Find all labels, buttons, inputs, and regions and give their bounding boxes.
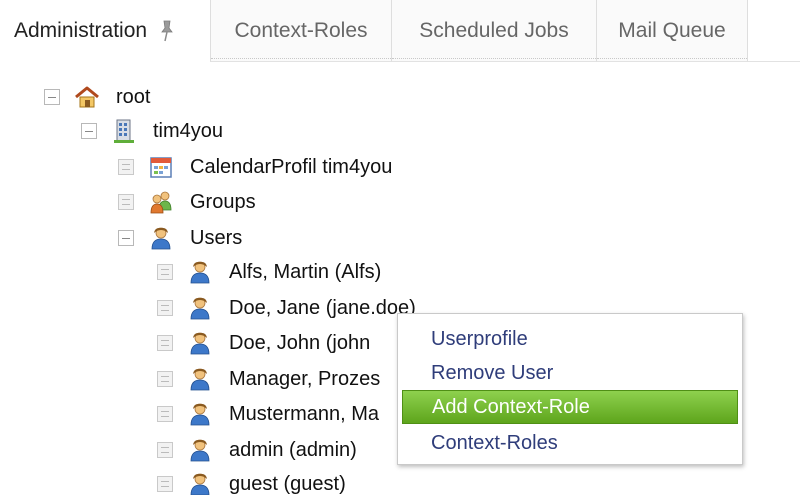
tree-node-organization[interactable]: tim4you	[81, 115, 223, 147]
tree-node-groups[interactable]: Groups	[118, 186, 256, 218]
node-label: Manager, Prozes	[229, 367, 381, 390]
node-label: Groups	[190, 190, 256, 213]
menu-item-label: Context-Roles	[431, 431, 558, 454]
tree-node-root[interactable]: root	[44, 81, 150, 113]
groups-icon	[148, 189, 174, 215]
tab-label: Mail Queue	[618, 18, 726, 42]
tab-label: Context-Roles	[234, 18, 368, 42]
node-label: Mustermann, Ma	[229, 402, 380, 425]
expand-toggle[interactable]	[157, 300, 173, 316]
home-icon	[74, 84, 100, 110]
node-label: guest (guest)	[229, 472, 346, 495]
tree-node-user[interactable]: guest (guest)	[157, 468, 346, 495]
user-icon	[187, 330, 213, 356]
tree-node-user[interactable]: Alfs, Martin (Alfs)	[157, 256, 381, 288]
tree-node-user[interactable]: Doe, John (john	[157, 327, 370, 359]
expand-toggle[interactable]	[118, 159, 134, 175]
pin-icon[interactable]	[159, 19, 175, 43]
tab-bar: Administration Context-Roles Scheduled J…	[0, 0, 800, 62]
expand-toggle[interactable]	[157, 406, 173, 422]
user-icon	[187, 437, 213, 463]
tab-label: Scheduled Jobs	[419, 18, 569, 42]
tab-administration[interactable]: Administration	[0, 0, 210, 62]
menu-item-context-roles[interactable]: Context-Roles	[402, 426, 738, 460]
collapse-toggle[interactable]	[118, 230, 134, 246]
node-label: admin (admin)	[229, 438, 357, 461]
tab-mail-queue[interactable]: Mail Queue	[596, 0, 747, 62]
calendar-icon	[148, 154, 174, 180]
building-icon	[111, 118, 137, 144]
context-menu: Userprofile Remove User Add Context-Role…	[397, 313, 743, 465]
expand-toggle[interactable]	[157, 264, 173, 280]
node-label: Doe, John (john	[229, 331, 371, 354]
user-icon	[187, 471, 213, 495]
expand-toggle[interactable]	[157, 476, 173, 492]
expand-toggle[interactable]	[157, 371, 173, 387]
node-label: root	[116, 85, 151, 108]
menu-item-remove-user[interactable]: Remove User	[402, 356, 738, 390]
menu-item-label: Add Context-Role	[432, 395, 590, 418]
tab-label: Administration	[14, 19, 148, 42]
tree-node-user[interactable]: Doe, Jane (jane.doe)	[157, 292, 416, 324]
menu-item-userprofile[interactable]: Userprofile	[402, 322, 738, 356]
menu-item-label: Remove User	[431, 361, 554, 384]
node-label: tim4you	[153, 119, 224, 142]
tree-node-user[interactable]: admin (admin)	[157, 434, 357, 466]
node-label: CalendarProfil tim4you	[190, 155, 393, 178]
user-icon	[187, 295, 213, 321]
tree-node-users[interactable]: Users	[118, 222, 242, 254]
tab-scheduled-jobs[interactable]: Scheduled Jobs	[391, 0, 596, 62]
menu-item-label: Userprofile	[431, 327, 528, 350]
user-icon	[187, 401, 213, 427]
expand-toggle[interactable]	[157, 335, 173, 351]
tab-bar-filler	[747, 0, 800, 62]
tree-node-user[interactable]: Mustermann, Ma	[157, 398, 379, 430]
expand-toggle[interactable]	[157, 442, 173, 458]
collapse-toggle[interactable]	[44, 89, 60, 105]
user-icon	[148, 225, 174, 251]
tree-node-user[interactable]: Manager, Prozes	[157, 363, 380, 395]
tab-context-roles[interactable]: Context-Roles	[210, 0, 391, 62]
menu-item-add-context-role[interactable]: Add Context-Role	[402, 390, 738, 424]
tree-node-calendar-profile[interactable]: CalendarProfil tim4you	[118, 151, 392, 183]
user-icon	[187, 259, 213, 285]
user-icon	[187, 366, 213, 392]
expand-toggle[interactable]	[118, 194, 134, 210]
node-label: Users	[190, 226, 243, 249]
collapse-toggle[interactable]	[81, 123, 97, 139]
node-label: Alfs, Martin (Alfs)	[229, 260, 382, 283]
node-label: Doe, Jane (jane.doe)	[229, 296, 416, 319]
